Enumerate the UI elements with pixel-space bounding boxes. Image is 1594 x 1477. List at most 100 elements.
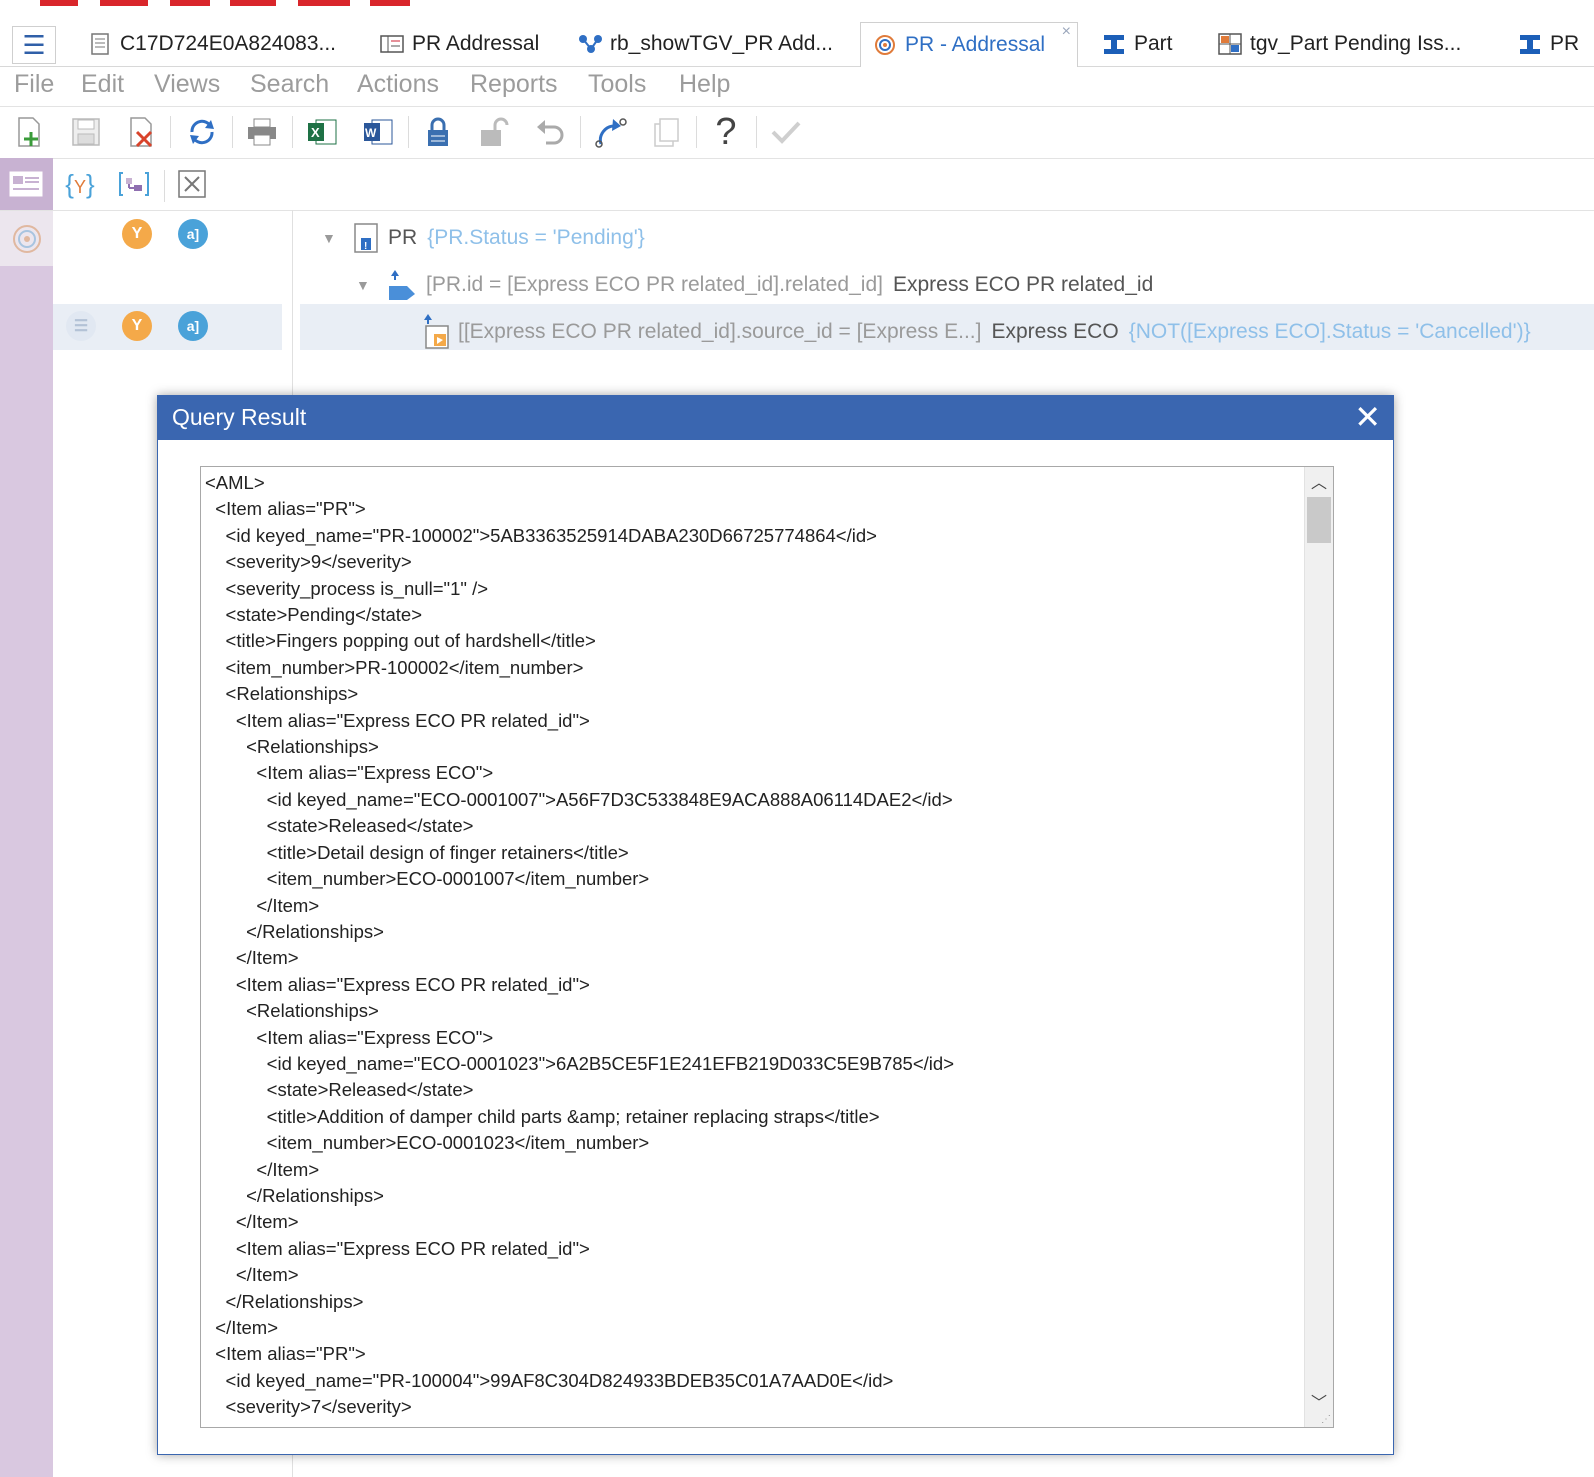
query-result-text-area[interactable]: <AML> <Item alias="PR"> <id keyed_name="… [200, 466, 1334, 1428]
tab-label: C17D724E0A824083... [120, 32, 336, 55]
tree-row-express-eco[interactable]: [[Express ECO PR related_id].source_id =… [414, 314, 1531, 350]
tab-label: PR - Addressal [905, 33, 1046, 56]
lock-icon[interactable] [418, 112, 458, 152]
tree-row-pr[interactable]: ▼ ! PR {PR.Status = 'Pending'} [322, 222, 645, 254]
menu-search[interactable]: Search [250, 70, 329, 99]
tab-pr-addressal-query[interactable]: PR - Addressal × [860, 22, 1078, 67]
unlock-icon[interactable] [474, 112, 514, 152]
aml-line: <Relationships> [205, 736, 379, 758]
menu-help[interactable]: Help [679, 70, 730, 99]
aml-line: <Item alias="Express ECO"> [205, 762, 494, 784]
filter-icon[interactable]: Y [122, 311, 152, 341]
brand-logo-graphic [40, 0, 410, 6]
menu-actions[interactable]: Actions [357, 70, 439, 99]
close-icon[interactable]: ✕ [1354, 398, 1381, 436]
resize-grip-icon[interactable]: ⋰ [1321, 1414, 1331, 1425]
close-tab-icon[interactable]: × [1062, 23, 1071, 41]
word-icon[interactable]: W [358, 112, 398, 152]
refresh-icon[interactable] [182, 112, 222, 152]
attribute-icon[interactable]: a] [178, 311, 208, 341]
aml-result-text[interactable]: <AML> <Item alias="PR"> <id keyed_name="… [205, 470, 1295, 1421]
menu-bar: File Edit Views Search Actions Reports T… [0, 66, 1594, 107]
check-icon[interactable] [766, 112, 806, 152]
undo-icon[interactable] [530, 112, 570, 152]
aml-line: <id keyed_name="ECO-0001023">6A2B5CE5F1E… [205, 1052, 954, 1074]
tab-part[interactable]: Part [1102, 22, 1173, 66]
expand-caret-icon[interactable]: ▼ [322, 230, 344, 246]
aml-line: <title>Fingers popping out of hardshell<… [205, 630, 596, 652]
tab-pr[interactable]: PR [1518, 22, 1579, 66]
tree-grid-icon [1218, 32, 1242, 56]
tab-pr-addressal-form[interactable]: PR Addressal [380, 22, 539, 66]
aml-line: <id keyed_name="ECO-0001007">A56F7D3C533… [205, 788, 953, 810]
print-icon[interactable] [242, 112, 282, 152]
aml-line: <id keyed_name="PR-100002">5AB3363525914… [205, 524, 877, 546]
attribute-icon[interactable]: a] [178, 219, 208, 249]
delete-icon[interactable] [122, 112, 162, 152]
menu-reports[interactable]: Reports [470, 70, 558, 99]
aml-line: </Relationships> [205, 1290, 364, 1312]
list-icon[interactable]: ☰ [66, 311, 96, 341]
expand-caret-icon[interactable]: ▼ [356, 277, 378, 293]
aml-line: </Item> [205, 1158, 320, 1180]
parameters-icon[interactable] [114, 164, 154, 204]
aml-line: <title>Detail design of finger retainers… [205, 841, 629, 863]
scroll-up-icon[interactable]: ︿ [1305, 467, 1333, 495]
aml-line: <Item alias="Express ECO PR related_id"> [205, 973, 590, 995]
tab-rb-showtgv[interactable]: rb_showTGV_PR Add... [578, 22, 833, 66]
menu-tools[interactable]: Tools [588, 70, 646, 99]
aml-line: <Item alias="PR"> [205, 1343, 366, 1365]
left-side-strip [0, 158, 53, 1477]
relationship-item-icon [378, 268, 426, 302]
copy-icon[interactable] [646, 112, 686, 152]
vertical-scrollbar[interactable]: ︿ ﹀ [1304, 467, 1333, 1427]
aml-line: <state>Released</state> [205, 815, 474, 837]
tree-row-label: PR [388, 226, 418, 249]
tree-row-express-eco-pr[interactable]: ▼ [PR.id = [Express ECO PR related_id].r… [356, 268, 1153, 302]
aml-line: </Relationships> [205, 1184, 384, 1206]
aml-line: <title>Addition of damper child parts &a… [205, 1105, 880, 1127]
menu-edit[interactable]: Edit [81, 70, 124, 99]
part-icon [1518, 32, 1542, 56]
scroll-down-icon[interactable]: ﹀ [1305, 1387, 1333, 1415]
document-icon [88, 32, 112, 56]
eco-item-icon [414, 314, 458, 350]
tab-c17d724[interactable]: C17D724E0A824083... [88, 22, 336, 66]
save-icon[interactable] [66, 112, 106, 152]
excel-icon[interactable]: X [302, 112, 342, 152]
where-clause-icon[interactable]: {Y} [60, 164, 100, 204]
aml-line: <AML> [205, 472, 265, 493]
tab-label: PR Addressal [412, 32, 540, 55]
scroll-thumb[interactable] [1307, 497, 1331, 543]
dialog-title: Query Result [172, 404, 307, 430]
tree-row-label: Express ECO PR related_id [892, 273, 1154, 296]
tree-row-condition: {NOT([Express ECO].Status = 'Cancelled')… [1128, 320, 1531, 343]
aml-line: <severity_process is_null="1" /> [205, 577, 489, 599]
help-icon[interactable]: ? [706, 111, 746, 153]
svg-text:X: X [311, 125, 320, 140]
aml-line: <state>Released</state> [205, 1079, 474, 1101]
properties-icon[interactable] [6, 164, 46, 204]
tab-label: tgv_Part Pending Iss... [1250, 32, 1462, 55]
menu-views[interactable]: Views [154, 70, 220, 99]
tab-label: Part [1134, 32, 1173, 55]
query-node-icon[interactable] [11, 223, 43, 260]
relationship-icon [578, 32, 602, 56]
xml-icon[interactable] [172, 164, 212, 204]
hamburger-menu-icon[interactable]: ☰ [12, 26, 56, 64]
new-icon[interactable] [10, 112, 50, 152]
aml-line: <Item alias="Express ECO PR related_id"> [205, 709, 590, 731]
tree-row-join: [[Express ECO PR related_id].source_id =… [458, 320, 982, 343]
svg-text:W: W [365, 126, 377, 140]
filter-icon[interactable]: Y [122, 219, 152, 249]
aml-line: </Item> [205, 894, 320, 916]
tree-row-join: [PR.id = [Express ECO PR related_id].rel… [426, 273, 883, 296]
aml-line: <Item alias="Express ECO PR related_id"> [205, 1237, 590, 1259]
aml-line: <item_number>ECO-0001007</item_number> [205, 868, 650, 890]
tree-row-label: Express ECO [991, 320, 1119, 343]
aml-line: <item_number>ECO-0001023</item_number> [205, 1132, 650, 1154]
tab-tgv-part-pending[interactable]: tgv_Part Pending Iss... [1218, 22, 1461, 66]
redo-icon[interactable] [590, 112, 630, 152]
menu-file[interactable]: File [14, 70, 54, 99]
aml-line: </Item> [205, 1264, 299, 1286]
